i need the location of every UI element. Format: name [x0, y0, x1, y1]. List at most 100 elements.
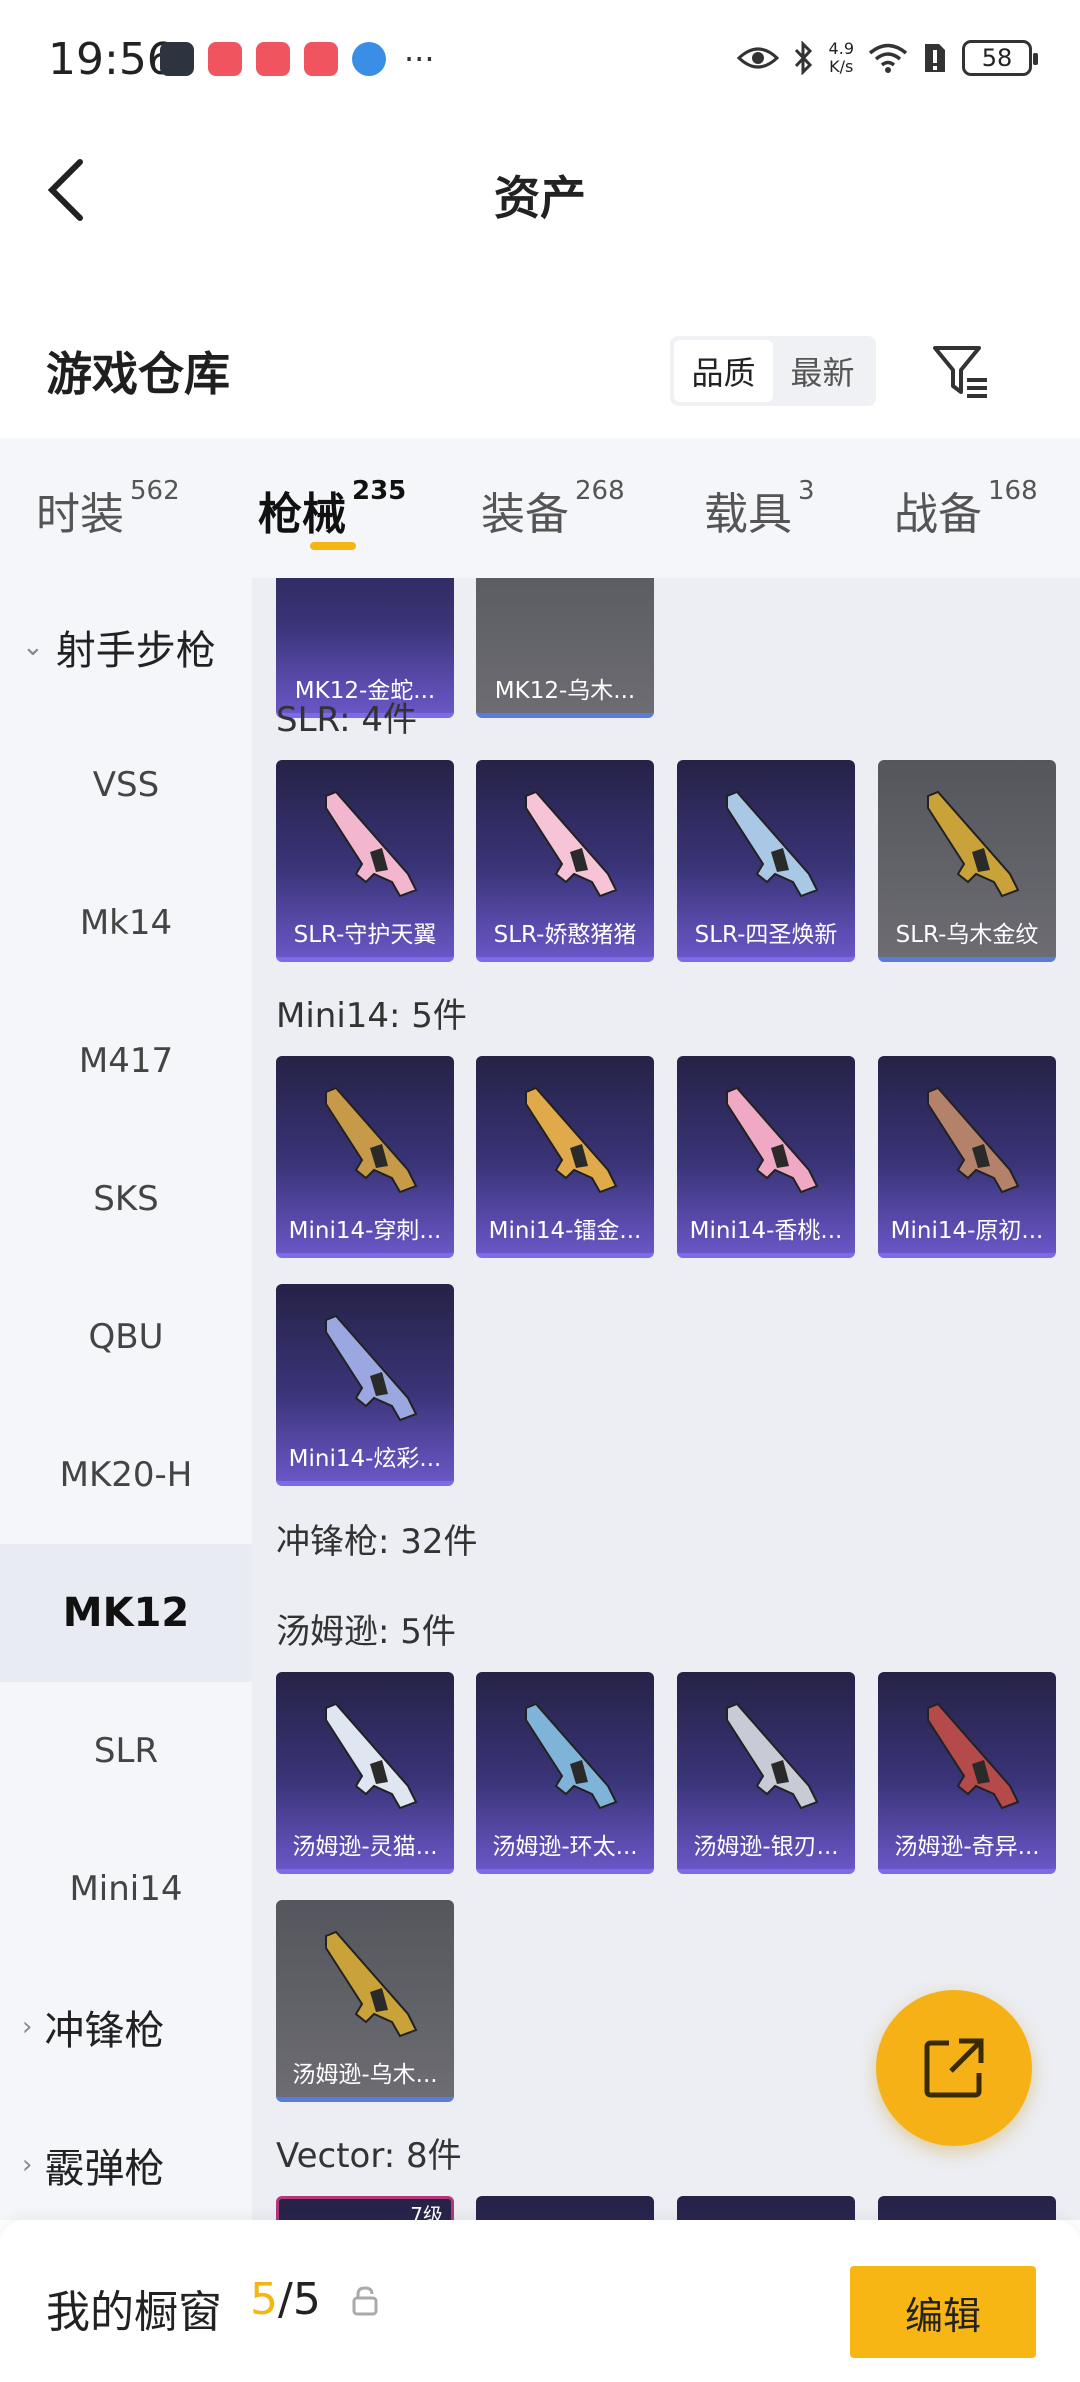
- skin-card[interactable]: 汤姆逊-银刃...: [677, 1672, 855, 1874]
- gun-skin-image: [525, 790, 618, 898]
- group-label-mini14: Mini14: 5件: [276, 996, 467, 1036]
- skin-name: Mini14-穿刺...: [288, 1218, 442, 1244]
- skin-name: 汤姆逊-银刃...: [693, 1834, 839, 1860]
- bottom-bar: 我的橱窗 5/5 编辑: [0, 2220, 1080, 2382]
- tab-guns[interactable]: 枪械 235: [258, 476, 406, 542]
- tab-fashion[interactable]: 时装 562: [36, 476, 180, 542]
- status-right: 4.9 K/s 58: [736, 39, 1038, 76]
- status-time: 19:56: [48, 34, 175, 85]
- filter-icon: [933, 346, 987, 398]
- notification-icons: ···: [160, 42, 435, 76]
- gun-skin-image: [726, 1702, 819, 1810]
- skin-card[interactable]: Mini14-原初...: [878, 1056, 1056, 1258]
- shopping-app-icon: [304, 42, 338, 76]
- wifi-icon: [868, 43, 908, 73]
- sort-by-newest[interactable]: 最新: [773, 340, 872, 402]
- category-tabs: 时装 562 枪械 235 装备 268 载具 3 战备 168: [0, 438, 1080, 578]
- group-label-smg: 冲锋枪: 32件: [276, 1522, 478, 1562]
- skin-card[interactable]: 汤姆逊-乌木...: [276, 1900, 454, 2102]
- sidebar-item-qbu[interactable]: QBU: [0, 1268, 252, 1406]
- sort-by-quality[interactable]: 品质: [674, 340, 773, 402]
- skin-card[interactable]: SLR-娇憨猪猪: [476, 760, 654, 962]
- skin-card[interactable]: [476, 2196, 654, 2220]
- group-label-slr: SLR: 4件: [276, 700, 417, 740]
- gun-skin-image: [325, 1930, 418, 2038]
- gun-skin-image: [927, 1702, 1020, 1810]
- sidebar-item-vss[interactable]: VSS: [0, 716, 252, 854]
- app-root: 19:56 ··· 4.9 K/s 58 资产 游戏仓库 品质 最新 时装 56…: [0, 0, 1080, 2382]
- gun-skin-image: [726, 1086, 819, 1194]
- shopping-app-icon: [256, 42, 290, 76]
- skin-card[interactable]: Mini14-炫彩...: [276, 1284, 454, 1486]
- tab-equipment[interactable]: 装备 268: [481, 476, 625, 542]
- sidebar-item-mk12[interactable]: MK12: [0, 1544, 252, 1682]
- sidebar-item-mk20h[interactable]: MK20-H: [0, 1406, 252, 1544]
- share-button[interactable]: [876, 1990, 1032, 2146]
- skin-card[interactable]: Mini14-镭金...: [476, 1056, 654, 1258]
- top-nav: 资产: [0, 120, 1080, 260]
- skin-card[interactable]: Mini14-穿刺...: [276, 1056, 454, 1258]
- skin-card[interactable]: 汤姆逊-环太...: [476, 1672, 654, 1874]
- showcase-count: 5/5: [250, 2274, 321, 2325]
- skin-name: 汤姆逊-环太...: [492, 1834, 638, 1860]
- tab-vehicles[interactable]: 载具 3: [704, 476, 815, 542]
- game-app-icon: [160, 42, 194, 76]
- warehouse-title: 游戏仓库: [46, 347, 230, 401]
- skin-name: 汤姆逊-奇异...: [894, 1834, 1040, 1860]
- share-icon: [924, 2038, 984, 2098]
- skin-name: Mini14-炫彩...: [288, 1446, 442, 1472]
- skin-name: SLR-乌木金纹: [895, 922, 1039, 948]
- tab-supplies[interactable]: 战备 168: [894, 476, 1038, 542]
- sidebar-item-mk14[interactable]: Mk14: [0, 854, 252, 992]
- sidebar-item-m417[interactable]: M417: [0, 992, 252, 1130]
- eye-icon: [736, 47, 779, 69]
- sidebar-group-shotgun[interactable]: › 霰弹枪: [0, 2096, 252, 2220]
- skin-card[interactable]: Mini14-香桃...: [677, 1056, 855, 1258]
- filter-button[interactable]: [925, 336, 997, 408]
- weapon-sidebar: ⌄ 射手步枪 VSS Mk14 M417 SKS QBU MK20-H MK12 …: [0, 578, 252, 2220]
- gun-skin-image: [325, 790, 418, 898]
- gun-skin-image: [525, 1086, 618, 1194]
- skin-name: 汤姆逊-乌木...: [292, 2062, 438, 2088]
- gun-skin-image: [927, 790, 1020, 898]
- group-label-thompson: 汤姆逊: 5件: [276, 1612, 456, 1652]
- skin-card[interactable]: 汤姆逊-灵猫...: [276, 1672, 454, 1874]
- skin-card[interactable]: SLR-四圣焕新: [677, 760, 855, 962]
- gun-skin-image: [325, 1702, 418, 1810]
- gun-skin-image: [927, 1086, 1020, 1194]
- sidebar-item-slr[interactable]: SLR: [0, 1682, 252, 1820]
- skin-card[interactable]: [878, 2196, 1056, 2220]
- sidebar-group-marksman-rifles[interactable]: ⌄ 射手步枪: [0, 578, 252, 716]
- sort-toggle: 品质 最新: [670, 336, 876, 406]
- group-label-vector: Vector: 8件: [276, 2136, 462, 2176]
- edit-button[interactable]: 编辑: [850, 2266, 1036, 2358]
- sidebar-group-smg[interactable]: › 冲锋枪: [0, 1958, 252, 2096]
- weapon-grid: MK12-金蛇... MK12-乌木... SLR: 4件 Mini14: 5件…: [252, 578, 1080, 2220]
- status-bar: 19:56 ··· 4.9 K/s 58: [0, 0, 1080, 120]
- lock-icon: [352, 2286, 378, 2316]
- skin-name: SLR-四圣焕新: [694, 922, 838, 948]
- skin-card[interactable]: 7级: [276, 2196, 454, 2220]
- skin-name: MK12-乌木...: [494, 678, 636, 704]
- level-badge: 7级: [410, 2203, 443, 2220]
- page-title: 资产: [494, 171, 586, 225]
- gun-skin-image: [726, 790, 819, 898]
- chevron-down-icon: ⌄: [22, 632, 44, 662]
- skin-card[interactable]: [677, 2196, 855, 2220]
- sidebar-item-mini14[interactable]: Mini14: [0, 1820, 252, 1958]
- battery-indicator: 58: [962, 40, 1038, 76]
- gun-skin-image: [325, 1314, 418, 1422]
- shopping-app-icon: [208, 42, 242, 76]
- skin-card[interactable]: MK12-乌木...: [476, 578, 654, 718]
- skin-card[interactable]: SLR-守护天翼: [276, 760, 454, 962]
- skin-card[interactable]: SLR-乌木金纹: [878, 760, 1056, 962]
- skin-card[interactable]: 汤姆逊-奇异...: [878, 1672, 1056, 1874]
- chevron-right-icon: ›: [22, 2150, 33, 2180]
- more-notifications-icon: ···: [404, 40, 435, 78]
- gun-skin-image: [325, 1086, 418, 1194]
- active-tab-indicator: [310, 542, 356, 550]
- skin-name: SLR-守护天翼: [293, 922, 437, 948]
- network-speed: 4.9 K/s: [828, 39, 854, 76]
- chevron-right-icon: ›: [22, 2012, 33, 2042]
- sidebar-item-sks[interactable]: SKS: [0, 1130, 252, 1268]
